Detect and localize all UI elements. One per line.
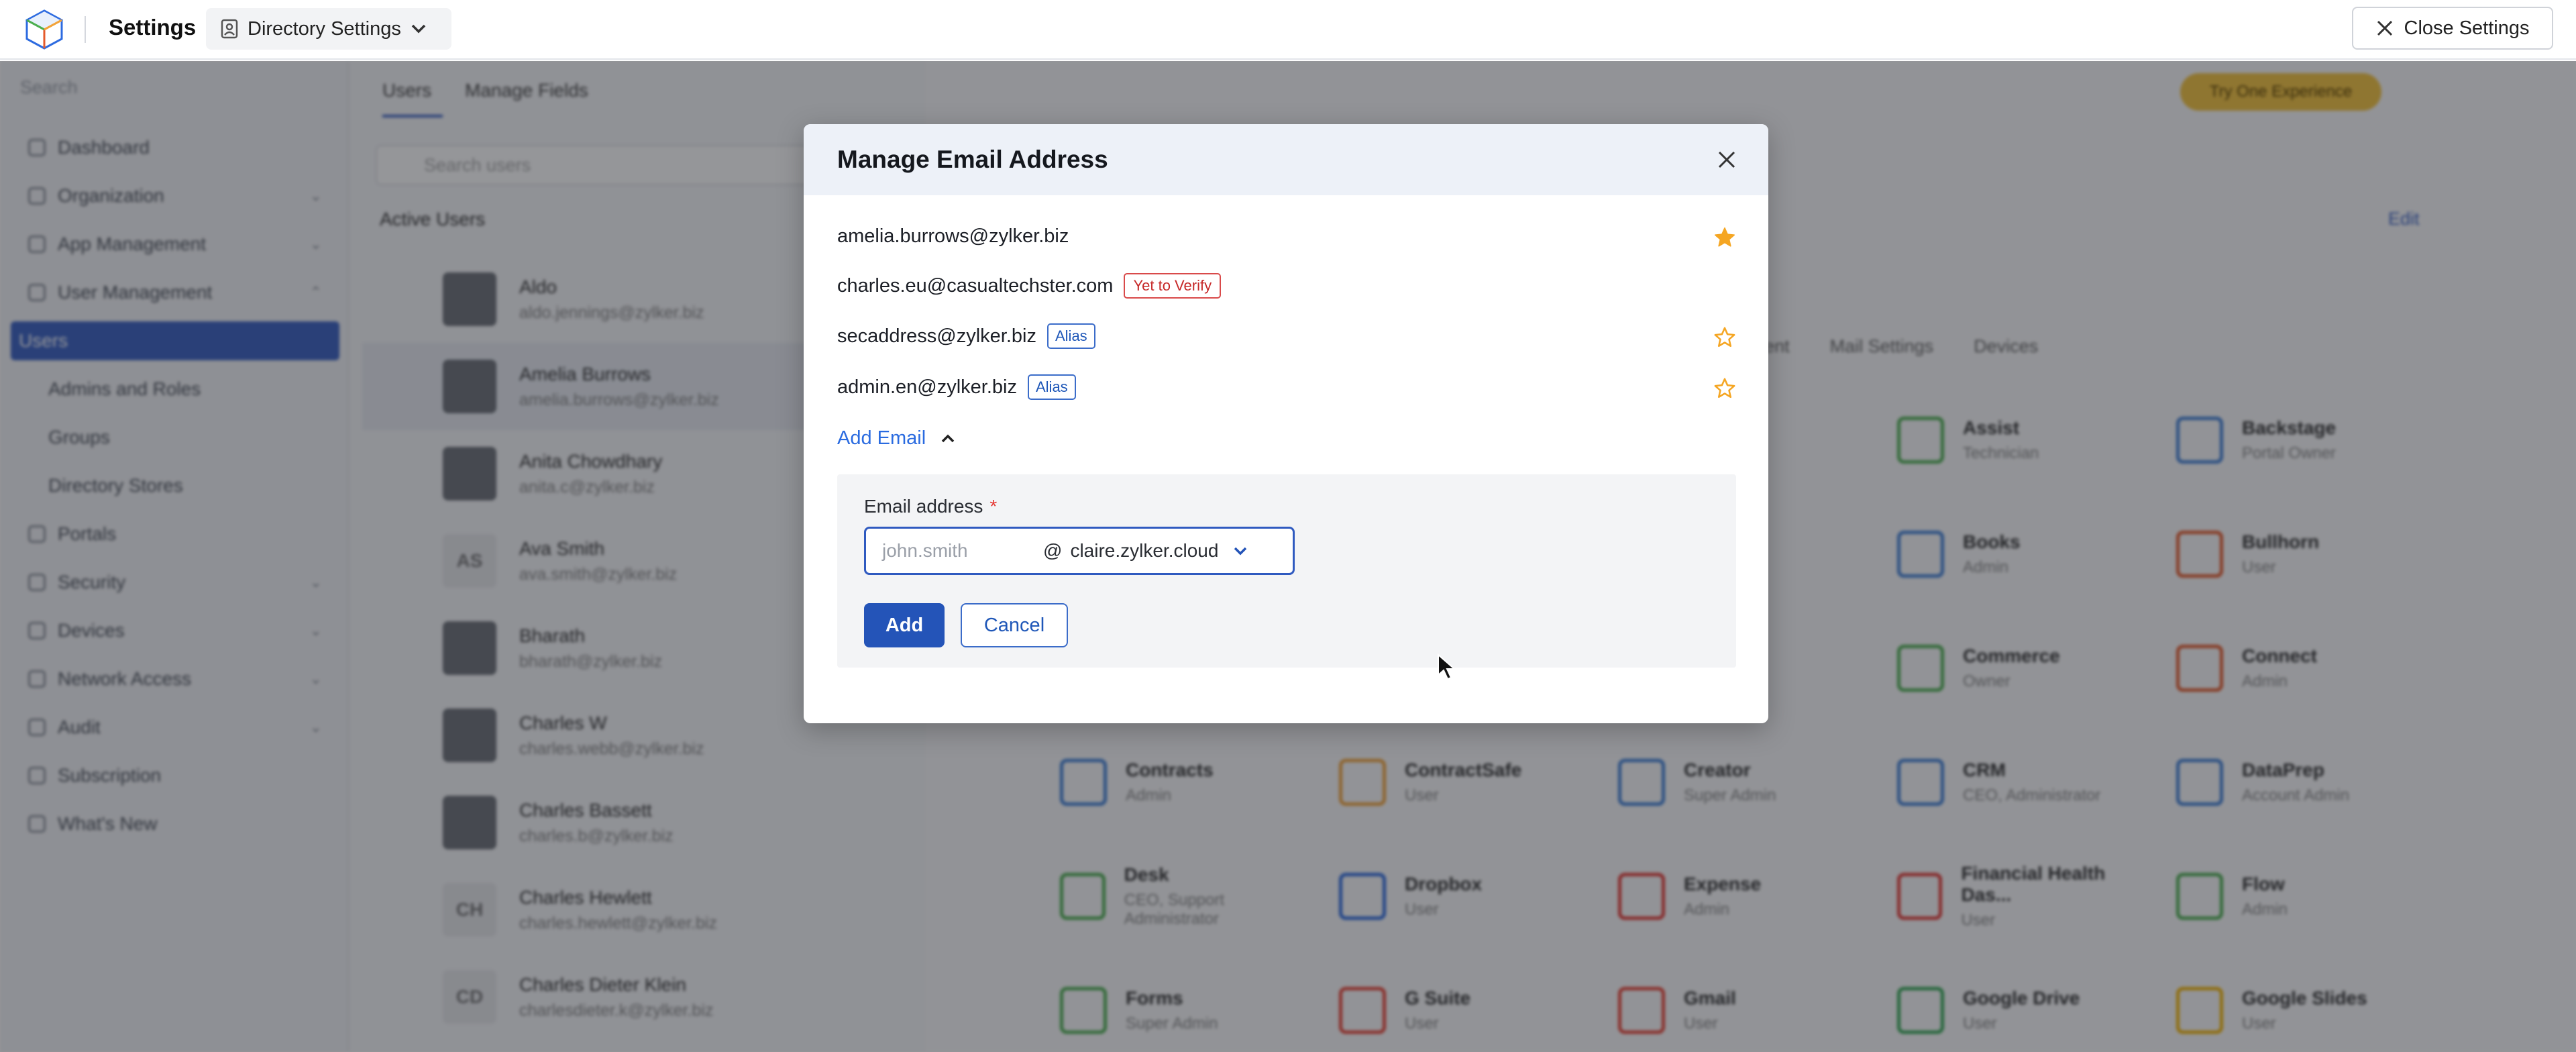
- chevron-down-icon: [411, 24, 426, 34]
- set-primary-star-icon[interactable]: [1713, 377, 1736, 400]
- close-icon: [2377, 20, 2392, 36]
- email-list-item: secaddress@zylker.biz Alias: [837, 319, 1736, 353]
- chevron-down-icon[interactable]: [1233, 546, 1248, 556]
- required-mark: *: [989, 496, 998, 517]
- manage-email-dialog: Manage Email Address amelia.burrows@zylk…: [804, 124, 1768, 723]
- dialog-header: Manage Email Address: [804, 124, 1768, 195]
- chevron-up-icon: [941, 434, 955, 442]
- email-local-input[interactable]: john.smith: [882, 540, 1043, 562]
- add-button[interactable]: Add: [864, 603, 945, 647]
- dialog-title: Manage Email Address: [837, 146, 1108, 173]
- directory-settings-dropdown[interactable]: Directory Settings: [206, 8, 451, 50]
- close-settings-button[interactable]: Close Settings: [2352, 7, 2553, 50]
- directory-icon: [221, 19, 238, 39]
- email-address: secaddress@zylker.biz: [837, 325, 1036, 347]
- email-list-item: charles.eu@casualtechster.com Yet to Ver…: [837, 269, 1736, 303]
- top-bar: Settings Directory Settings Close Settin…: [0, 0, 2576, 60]
- set-primary-star-icon[interactable]: [1713, 326, 1736, 349]
- app-logo-icon[interactable]: [23, 8, 66, 51]
- field-label-text: Email address: [864, 496, 983, 517]
- primary-star-filled-icon[interactable]: [1713, 226, 1736, 249]
- mouse-cursor-icon: [1438, 653, 1456, 680]
- domain-select[interactable]: claire.zylker.cloud: [1070, 540, 1218, 562]
- alias-badge: Alias: [1028, 374, 1076, 400]
- cancel-button[interactable]: Cancel: [961, 603, 1068, 647]
- email-address-field[interactable]: john.smith @ claire.zylker.cloud: [864, 527, 1295, 575]
- add-email-form: Email address * john.smith @ claire.zylke…: [837, 474, 1736, 668]
- email-address: amelia.burrows@zylker.biz: [837, 225, 1069, 247]
- close-settings-label: Close Settings: [2404, 17, 2530, 39]
- email-list-item: amelia.burrows@zylker.biz: [837, 219, 1736, 253]
- close-icon: [1718, 151, 1735, 168]
- close-dialog-button[interactable]: [1715, 148, 1739, 172]
- yet-to-verify-badge: Yet to Verify: [1124, 273, 1222, 299]
- email-address: admin.en@zylker.biz: [837, 376, 1017, 398]
- add-email-label: Add Email: [837, 427, 926, 449]
- email-address-label: Email address *: [864, 496, 997, 517]
- page-title: Settings: [109, 15, 197, 40]
- add-email-toggle[interactable]: Add Email: [837, 427, 955, 450]
- email-list-item: admin.en@zylker.biz Alias: [837, 370, 1736, 404]
- email-address: charles.eu@casualtechster.com: [837, 274, 1114, 297]
- divider: [85, 16, 86, 43]
- alias-badge: Alias: [1047, 323, 1095, 349]
- at-sign: @: [1043, 540, 1063, 561]
- directory-settings-label: Directory Settings: [248, 17, 401, 40]
